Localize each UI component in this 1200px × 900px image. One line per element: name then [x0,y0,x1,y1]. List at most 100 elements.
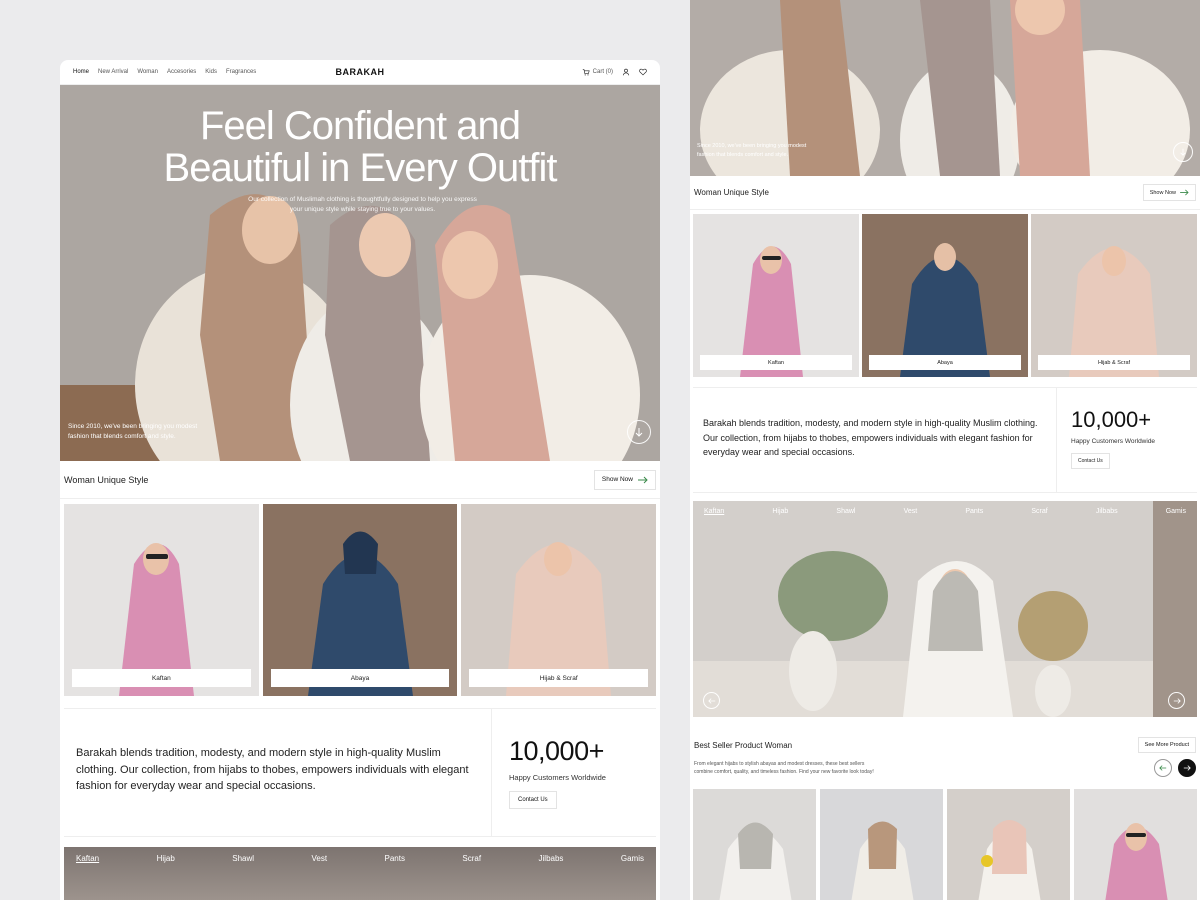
nav-link-home[interactable]: Home [73,69,89,75]
hero-note-scrolled: Since 2010, we've been bringing you mode… [697,143,807,158]
tab-pants[interactable]: Pants [965,508,983,515]
stat-caption: Happy Customers Worldwide [509,773,606,782]
carousel-prev-button[interactable] [703,692,720,709]
scrolled-page-preview: Since 2010, we've been bringing you mode… [690,0,1200,900]
tab-jilbabs[interactable]: Jilbabs [539,854,564,863]
product-card[interactable] [693,789,816,900]
category-tabs-banner: Kaftan Hijab Shawl Vest Pants Scraf Jilb… [64,847,656,900]
hero-title-line-2: Beautiful in Every Outfit [163,146,558,190]
hero-title: Feel Confident and Beautiful in Every Ou… [60,105,660,189]
nav-link-new-arrival[interactable]: New Arrival [98,69,128,75]
tab-gamis[interactable]: Gamis [1166,508,1186,515]
cart-button[interactable]: Cart (0) [582,68,613,76]
tab-scraf[interactable]: Scraf [462,854,481,863]
tab-gamis[interactable]: Gamis [621,854,644,863]
arrow-left-icon [707,697,715,704]
stat-number: 10,000+ [1071,407,1152,432]
category-grid-scrolled: Kaftan Abaya Hijab & Scraf [690,210,1200,377]
product-card[interactable] [820,789,943,900]
category-tabs: Kaftan Hijab Shawl Vest Pants Scraf Jilb… [704,508,1186,515]
collection-header-scrolled: Woman Unique Style Show Now [690,176,1200,210]
category-card-kaftan[interactable]: Kaftan [64,504,259,696]
nav-actions: Cart (0) [582,68,647,76]
product-photo [693,789,816,900]
category-tabs: Kaftan Hijab Shawl Vest Pants Scraf Jilb… [76,854,644,863]
category-label-abaya: Abaya [869,355,1021,370]
brand-logo[interactable]: BARAKAH [336,67,385,77]
top-navigation: Home New Arrival Woman Accesories Kids F… [60,60,660,85]
user-icon[interactable] [622,68,630,76]
show-now-button-scrolled[interactable]: Show Now [1142,184,1196,201]
heart-icon[interactable] [639,68,647,76]
nav-link-accesories[interactable]: Accesories [167,69,196,75]
best-seller-next-button[interactable] [1178,759,1196,777]
hero-banner-scrolled: Since 2010, we've been bringing you mode… [690,0,1200,176]
tab-pants[interactable]: Pants [385,854,405,863]
customer-stat: 10,000+ Happy Customers Worldwide Contac… [492,709,656,836]
arrow-right-icon [1183,765,1191,771]
category-card-kaftan[interactable]: Kaftan [693,214,859,377]
nav-link-woman[interactable]: Woman [137,69,158,75]
carousel-next-button[interactable] [1168,692,1185,709]
best-seller-products [690,777,1200,900]
tab-scraf[interactable]: Scraf [1031,508,1047,515]
tab-kaftan[interactable]: Kaftan [76,854,99,863]
tab-shawl[interactable]: Shawl [232,854,254,863]
category-card-hijab-scraf[interactable]: Hijab & Scraf [1031,214,1197,377]
see-more-button[interactable]: See More Product [1137,737,1196,753]
arrow-right-icon [1180,189,1189,196]
tab-kaftan[interactable]: Kaftan [704,508,724,515]
arrow-right-icon [638,476,648,483]
category-card-abaya[interactable]: Abaya [262,504,458,696]
category-label-kaftan: Kaftan [700,355,852,370]
arrow-left-icon [1159,765,1167,771]
product-photo [947,789,1070,900]
nav-link-fragrances[interactable]: Fragrances [226,69,256,75]
nav-links: Home New Arrival Woman Accesories Kids F… [73,69,256,75]
tab-hijab[interactable]: Hijab [157,854,175,863]
cart-label: Cart (0) [592,69,613,75]
scroll-down-button[interactable] [627,420,651,444]
category-label-abaya: Abaya [270,669,450,687]
contact-us-button[interactable]: Contact Us [509,791,557,809]
show-now-label: Show Now [601,476,633,483]
tab-jilbabs[interactable]: Jilbabs [1096,508,1118,515]
product-card[interactable] [1074,789,1197,900]
category-label-kaftan: Kaftan [72,669,251,687]
hero-banner: Feel Confident and Beautiful in Every Ou… [60,85,660,461]
nav-link-kids[interactable]: Kids [205,69,217,75]
about-section-scrolled: Barakah blends tradition, modesty, and m… [693,387,1197,493]
hijab-scraf-photo [1031,214,1197,377]
kaftan-photo [693,214,859,377]
abaya-photo [262,504,458,696]
stat-caption: Happy Customers Worldwide [1071,438,1156,445]
best-seller-description: From elegant hijabs to stylish abayas an… [694,761,874,775]
category-card-abaya[interactable]: Abaya [862,214,1028,377]
arrow-right-icon [1173,697,1181,704]
collection-title: Woman Unique Style [64,474,149,485]
tab-vest[interactable]: Vest [311,854,327,863]
contact-us-button[interactable]: Contact Us [1071,453,1110,469]
tab-hijab[interactable]: Hijab [772,508,788,515]
customer-stat: 10,000+ Happy Customers Worldwide Contac… [1057,388,1197,492]
about-text: Barakah blends tradition, modesty, and m… [64,709,492,836]
scroll-down-button-scrolled[interactable] [1173,142,1193,162]
about-text: Barakah blends tradition, modesty, and m… [693,388,1057,492]
best-seller-title: Best Seller Product Woman [694,740,793,750]
hero-subtitle: Our collection of Muslimah clothing is t… [248,196,477,213]
best-seller-prev-button[interactable] [1154,759,1172,777]
show-now-button[interactable]: Show Now [593,469,656,490]
hero-title-line-1: Feel Confident and [199,104,521,148]
tab-vest[interactable]: Vest [904,508,918,515]
show-now-label: Show Now [1149,189,1176,196]
main-page-preview: Home New Arrival Woman Accesories Kids F… [60,60,660,900]
product-photo [1074,789,1197,900]
lifestyle-photo-woman-with-plants [693,501,1197,717]
stat-number: 10,000+ [509,736,604,766]
category-card-hijab-scraf[interactable]: Hijab & Scraf [461,504,657,696]
tab-shawl[interactable]: Shawl [836,508,855,515]
collection-header: Woman Unique Style Show Now [60,461,660,499]
category-label-hijab-scraf: Hijab & Scraf [1038,355,1190,370]
product-card[interactable] [947,789,1070,900]
arrow-down-icon [635,428,643,437]
